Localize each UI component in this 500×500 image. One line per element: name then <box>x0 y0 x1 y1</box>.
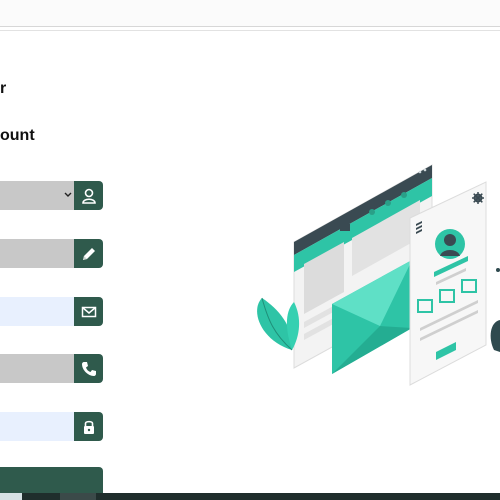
chevron-down-icon[interactable] <box>63 189 73 201</box>
gear-icon <box>472 192 484 204</box>
lock-icon <box>83 420 94 434</box>
page-heading-line1: r <box>0 80 7 97</box>
submit-button[interactable] <box>0 467 103 493</box>
taskbar-item[interactable] <box>0 493 22 500</box>
name-row <box>0 239 103 268</box>
phone-row <box>0 354 103 383</box>
lock-icon-button <box>74 412 103 441</box>
signup-illustration <box>257 164 500 386</box>
pencil-icon-button <box>74 239 103 268</box>
taskbar-item[interactable] <box>60 493 96 500</box>
password-field[interactable] <box>0 412 74 441</box>
email-field[interactable] <box>0 297 74 326</box>
username-row <box>0 181 103 210</box>
user-icon-button <box>74 181 103 210</box>
page-heading-line2: ount <box>0 127 35 144</box>
envelope-icon <box>81 306 96 317</box>
taskbar <box>0 493 500 500</box>
name-field[interactable] <box>0 239 74 268</box>
profile-card-graphic <box>409 181 487 386</box>
phone-icon <box>81 361 96 376</box>
phone-field[interactable] <box>0 354 74 383</box>
pencil-icon <box>82 247 95 260</box>
browser-toolbar <box>0 0 500 31</box>
phone-icon-button <box>74 354 103 383</box>
partial-figure-graphic <box>490 320 500 352</box>
user-icon <box>81 188 96 204</box>
leaf-graphic <box>257 297 300 351</box>
email-row <box>0 297 103 326</box>
envelope-icon-button <box>74 297 103 326</box>
password-row <box>0 412 103 441</box>
address-bar-area[interactable] <box>0 0 500 27</box>
